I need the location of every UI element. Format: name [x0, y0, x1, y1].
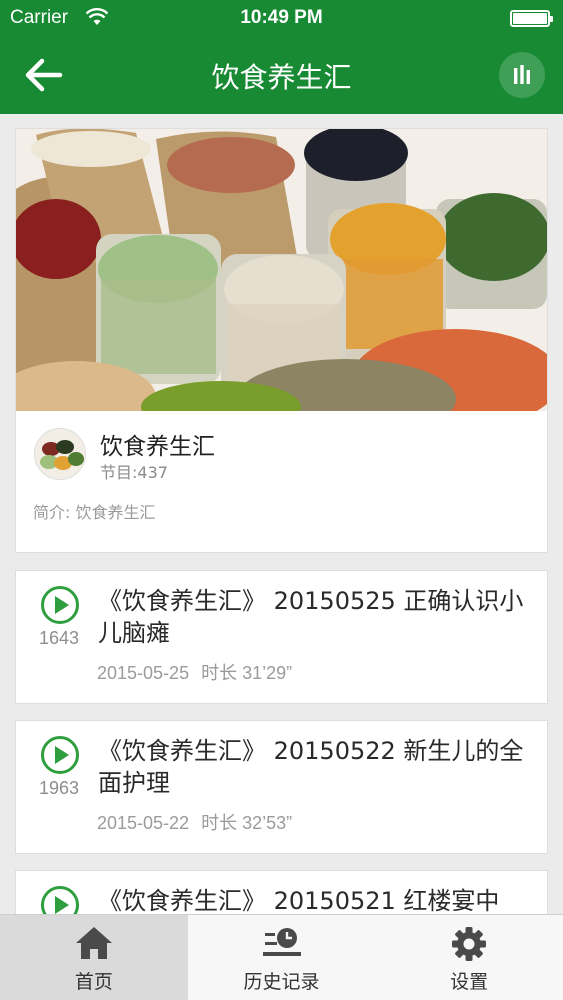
play-count: 1963 [38, 778, 80, 798]
episode-meta: 2015-05-25 时长 31’29” [97, 659, 292, 685]
equalizer-icon [514, 65, 530, 84]
episode-item[interactable]: 1643 《饮食养生汇》 20150525 正确认识小儿脑瘫 2015-05-2… [15, 570, 548, 704]
episode-title: 《饮食养生汇》 20150521 红楼宴中 [98, 887, 500, 914]
status-bar: Carrier 10:49 PM [0, 0, 563, 38]
content-scroll[interactable]: 饮食养生汇 节目:437 简介: 饮食养生汇 1643 《饮食养生汇》 2015… [0, 114, 563, 914]
episode-duration: 时长 32’53” [201, 813, 293, 833]
now-playing-button[interactable] [499, 52, 545, 98]
tab-bar: 首页 历史记录 设置 [0, 914, 563, 1000]
top-header: Carrier 10:49 PM 饮食养生汇 [0, 0, 563, 114]
episode-count: 节目:437 [100, 463, 168, 482]
play-icon[interactable] [40, 735, 80, 775]
album-name: 饮食养生汇 [100, 434, 215, 460]
album-info: 饮食养生汇 节目:437 简介: 饮食养生汇 [16, 411, 547, 552]
play-icon[interactable] [40, 585, 80, 625]
play-count: 1643 [38, 628, 80, 648]
album-cover-image [16, 129, 547, 411]
tab-home[interactable]: 首页 [0, 915, 188, 1000]
episode-date: 2015-05-25 [97, 663, 190, 683]
episode-title: 《饮食养生汇》 20150522 新生儿的全面护理 [98, 737, 524, 797]
album-intro: 简介: 饮食养生汇 [33, 503, 156, 522]
play-icon[interactable] [40, 885, 80, 914]
tab-settings[interactable]: 设置 [375, 915, 563, 1000]
history-icon [262, 928, 301, 956]
tab-label: 首页 [74, 971, 113, 993]
home-icon [75, 927, 112, 959]
tab-label: 设置 [450, 971, 489, 993]
episode-item[interactable]: 《饮食养生汇》 20150521 红楼宴中 [15, 870, 548, 914]
episode-duration: 时长 31’29” [201, 663, 293, 683]
gear-icon [452, 927, 487, 961]
episode-meta: 2015-05-22 时长 32’53” [97, 809, 292, 835]
episode-item[interactable]: 1963 《饮食养生汇》 20150522 新生儿的全面护理 2015-05-2… [15, 720, 548, 854]
clock: 10:49 PM [240, 7, 323, 28]
episode-date: 2015-05-22 [97, 813, 190, 833]
battery-icon [510, 10, 553, 27]
tab-history[interactable]: 历史记录 [188, 915, 376, 1000]
episode-title: 《饮食养生汇》 20150525 正确认识小儿脑瘫 [98, 587, 524, 647]
album-avatar [34, 428, 86, 480]
tab-label: 历史记录 [243, 971, 320, 993]
page-title: 饮食养生汇 [211, 61, 352, 94]
album-card: 饮食养生汇 节目:437 简介: 饮食养生汇 [15, 128, 548, 553]
